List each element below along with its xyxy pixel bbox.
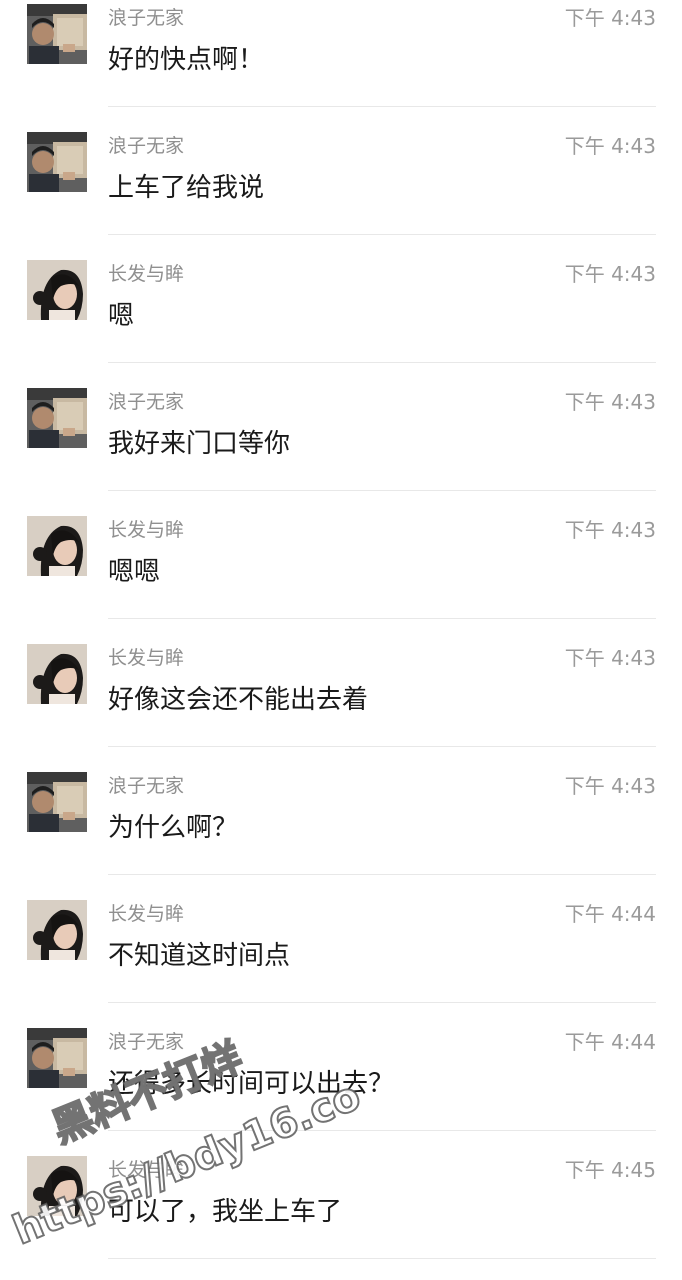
message-text: 不知道这时间点	[108, 941, 291, 971]
divider	[108, 1258, 656, 1259]
list-item[interactable]: 长发与眸 下午 4:43 好像这会还不能出去着	[0, 640, 682, 768]
divider	[108, 234, 656, 235]
list-item[interactable]: 长发与眸 下午 4:43 嗯	[0, 256, 682, 384]
list-item[interactable]: 浪子无家 下午 4:43 我好来门口等你	[0, 384, 682, 512]
sender-name: 长发与眸	[108, 647, 185, 669]
message-text: 还得多长时间可以出去？	[108, 1069, 395, 1099]
list-item[interactable]: 浪子无家 下午 4:43 上车了给我说	[0, 128, 682, 256]
message-time: 下午 4:43	[564, 262, 656, 286]
sender-name: 长发与眸	[108, 263, 185, 285]
female-hair-avatar-icon	[27, 516, 87, 576]
message-time: 下午 4:43	[564, 646, 656, 670]
message-time: 下午 4:43	[564, 6, 656, 30]
list-item[interactable]: 浪子无家 下午 4:44 还得多长时间可以出去？	[0, 1024, 682, 1152]
female-hair-avatar-icon	[27, 1156, 87, 1216]
message-time: 下午 4:44	[564, 902, 656, 926]
female-hair-avatar-icon	[27, 644, 87, 704]
avatar[interactable]	[27, 132, 87, 192]
message-text: 好的快点啊！	[108, 45, 265, 75]
message-time: 下午 4:44	[564, 1030, 656, 1054]
divider	[108, 746, 656, 747]
divider	[108, 1002, 656, 1003]
divider	[108, 490, 656, 491]
list-item[interactable]: 浪子无家 下午 4:43 好的快点啊！	[0, 0, 682, 128]
divider	[108, 106, 656, 107]
message-text: 上车了给我说	[108, 173, 265, 203]
message-time: 下午 4:43	[564, 390, 656, 414]
avatar[interactable]	[27, 1156, 87, 1216]
male-car-avatar-icon	[27, 1028, 87, 1088]
divider	[108, 1130, 656, 1131]
male-car-avatar-icon	[27, 388, 87, 448]
divider	[108, 874, 656, 875]
avatar[interactable]	[27, 516, 87, 576]
male-car-avatar-icon	[27, 132, 87, 192]
sender-name: 长发与眸	[108, 519, 185, 541]
avatar[interactable]	[27, 900, 87, 960]
message-time: 下午 4:43	[564, 134, 656, 158]
female-hair-avatar-icon	[27, 260, 87, 320]
sender-name: 浪子无家	[108, 7, 185, 29]
sender-name: 长发与眸	[108, 1159, 185, 1181]
list-item[interactable]: 长发与眸 下午 4:43 嗯嗯	[0, 512, 682, 640]
message-text: 好像这会还不能出去着	[108, 685, 369, 715]
avatar[interactable]	[27, 1028, 87, 1088]
message-text: 嗯嗯	[108, 557, 161, 587]
list-item[interactable]: 长发与眸 下午 4:44 不知道这时间点	[0, 896, 682, 1024]
sender-name: 浪子无家	[108, 135, 185, 157]
sender-name: 浪子无家	[108, 1031, 185, 1053]
avatar[interactable]	[27, 260, 87, 320]
message-time: 下午 4:43	[564, 518, 656, 542]
avatar[interactable]	[27, 772, 87, 832]
female-hair-avatar-icon	[27, 900, 87, 960]
message-time: 下午 4:45	[564, 1158, 656, 1182]
sender-name: 浪子无家	[108, 391, 185, 413]
message-time: 下午 4:43	[564, 774, 656, 798]
avatar[interactable]	[27, 388, 87, 448]
avatar[interactable]	[27, 644, 87, 704]
message-text: 嗯	[108, 301, 135, 331]
list-item[interactable]: 长发与眸 下午 4:45 可以了，我坐上车了	[0, 1152, 682, 1280]
message-text: 我好来门口等你	[108, 429, 291, 459]
message-text: 可以了，我坐上车了	[108, 1197, 343, 1227]
list-item[interactable]: 浪子无家 下午 4:43 为什么啊？	[0, 768, 682, 896]
male-car-avatar-icon	[27, 772, 87, 832]
divider	[108, 618, 656, 619]
sender-name: 浪子无家	[108, 775, 185, 797]
avatar[interactable]	[27, 4, 87, 64]
male-car-avatar-icon	[27, 4, 87, 64]
message-text: 为什么啊？	[108, 813, 239, 843]
sender-name: 长发与眸	[108, 903, 185, 925]
divider	[108, 362, 656, 363]
